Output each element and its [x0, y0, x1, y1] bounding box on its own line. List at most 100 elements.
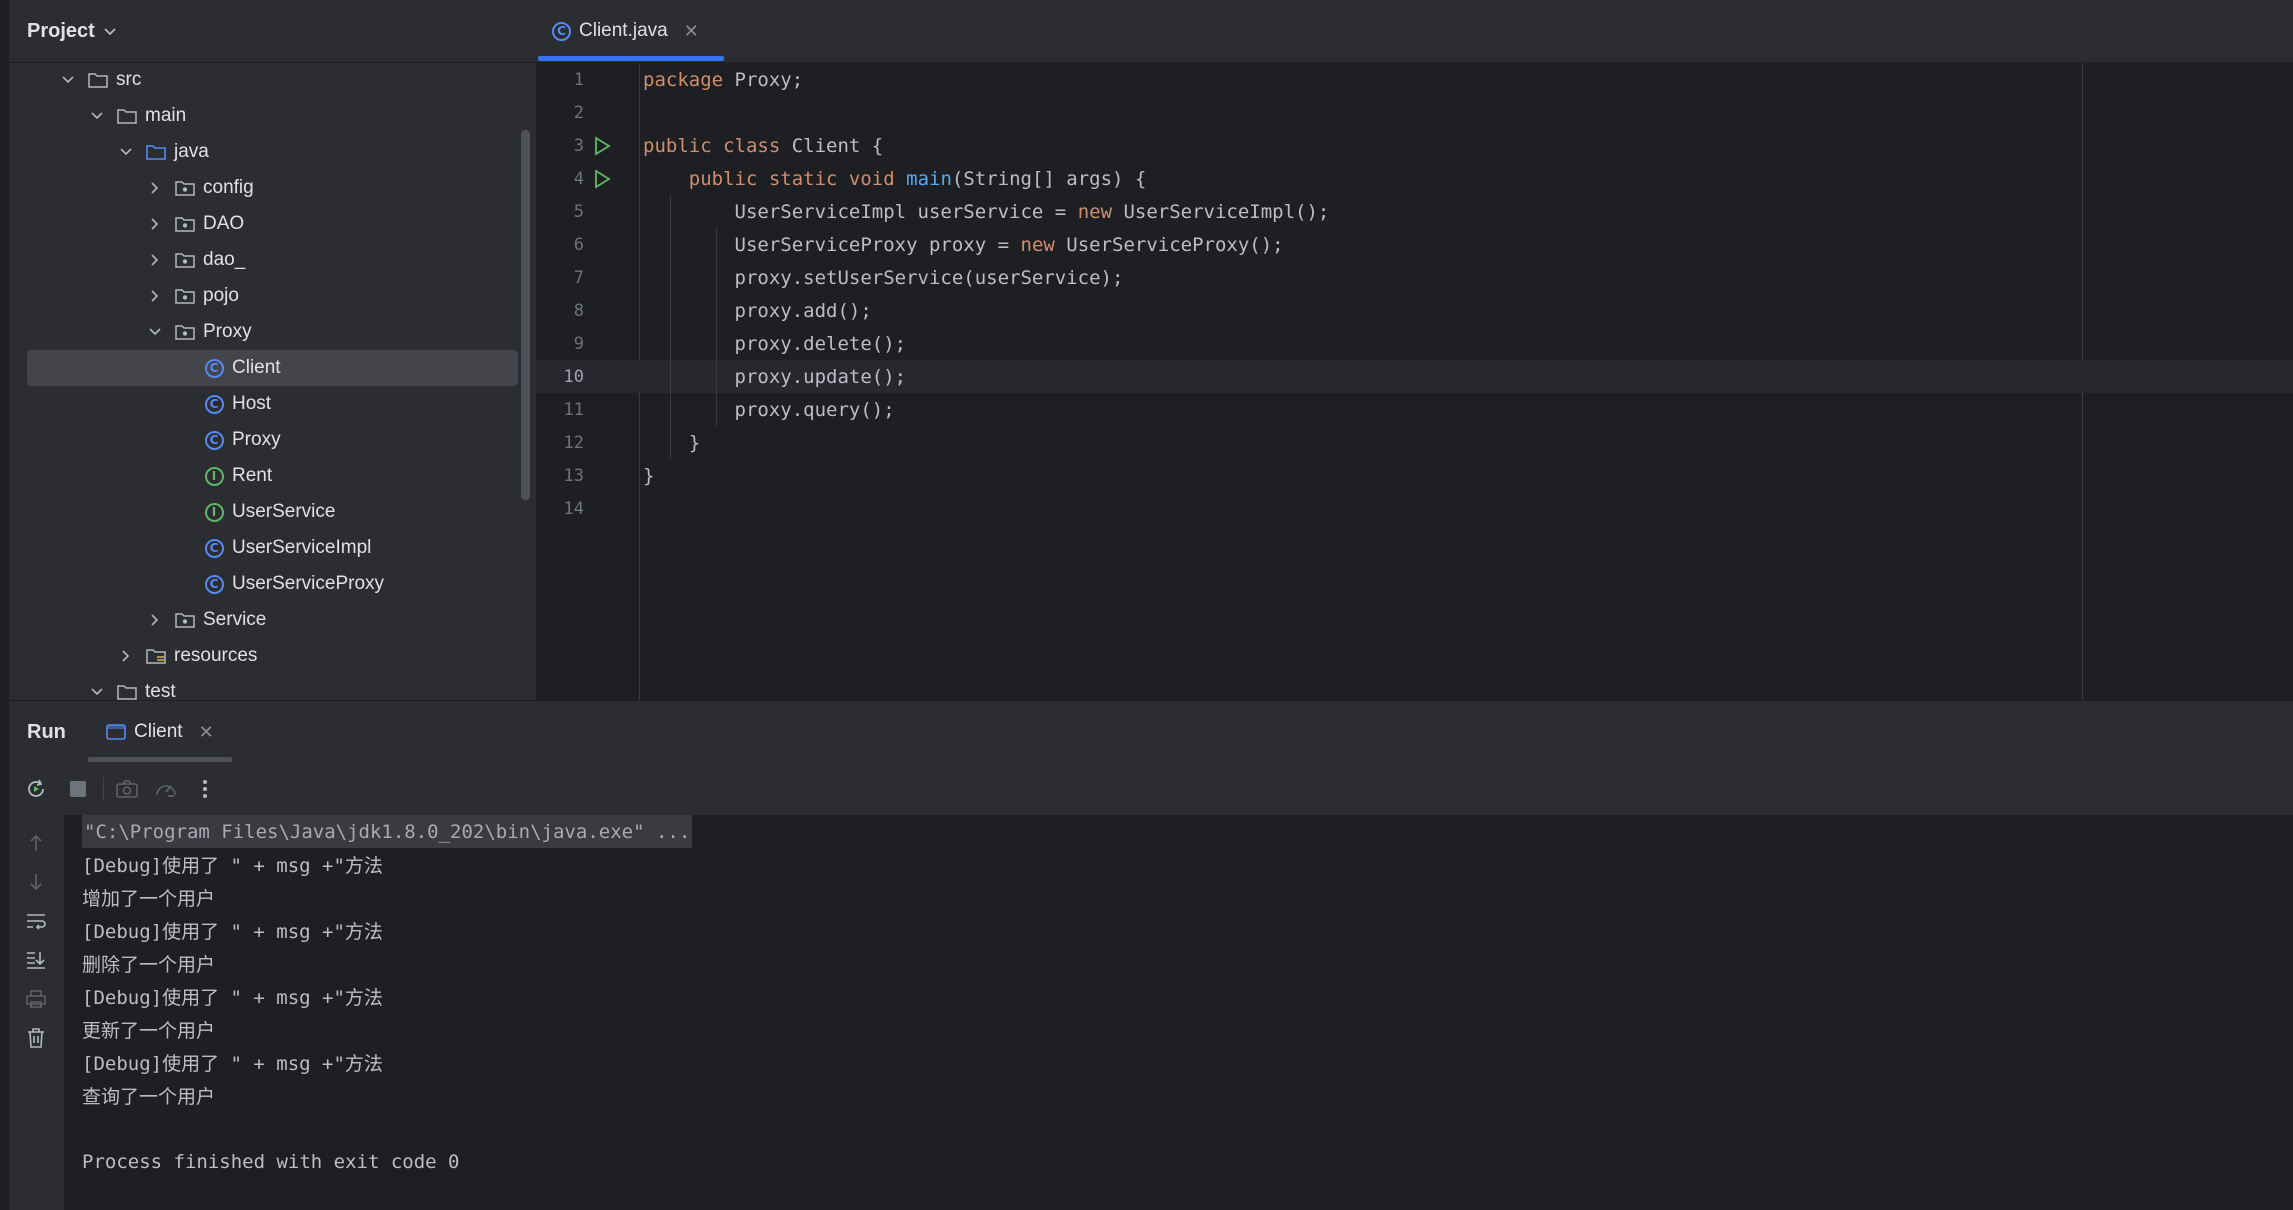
tree-item[interactable]: C Client	[27, 350, 518, 386]
class-icon: C	[203, 429, 225, 451]
chevron-down-icon[interactable]	[101, 22, 119, 40]
chevron-down-icon[interactable]	[88, 107, 106, 125]
close-icon[interactable]: ✕	[684, 21, 699, 42]
tree-item[interactable]: DAO	[27, 206, 518, 242]
scroll-to-end-button[interactable]	[24, 948, 48, 972]
tree-scrollbar[interactable]	[521, 130, 530, 500]
line-number[interactable]: 1	[536, 70, 584, 90]
code-line[interactable]: 6 UserServiceProxy proxy = new UserServi…	[536, 228, 2293, 261]
project-header[interactable]: Project	[9, 0, 536, 63]
chevron-right-icon[interactable]	[146, 215, 164, 233]
console-output[interactable]: "C:\Program Files\Java\jdk1.8.0_202\bin\…	[64, 815, 2293, 1210]
package-icon	[174, 249, 196, 271]
tree-item[interactable]: I UserService	[27, 494, 518, 530]
chevron-down-icon[interactable]	[117, 143, 135, 161]
run-tab-client[interactable]: Client ✕	[106, 701, 214, 763]
line-number[interactable]: 7	[536, 268, 584, 288]
scroll-down-button[interactable]	[24, 870, 48, 894]
code-line[interactable]: 8 proxy.add();	[536, 294, 2293, 327]
chevron-right-icon[interactable]	[146, 251, 164, 269]
tree-item[interactable]: Service	[27, 602, 518, 638]
line-number[interactable]: 5	[536, 202, 584, 222]
rerun-button[interactable]	[24, 777, 48, 801]
line-number[interactable]: 11	[536, 400, 584, 420]
active-tab-indicator	[538, 56, 724, 61]
keyword-token: new	[1077, 200, 1113, 223]
scroll-up-button[interactable]	[24, 831, 48, 855]
chevron-down-icon[interactable]	[146, 323, 164, 341]
code-editor[interactable]: 1 package Proxy; 2 3 public class Client {4 …	[536, 63, 2293, 700]
class-icon: C	[552, 21, 571, 41]
code-line[interactable]: 13}	[536, 459, 2293, 492]
tree-item[interactable]: pojo	[27, 278, 518, 314]
tree-item[interactable]: java	[27, 134, 518, 170]
line-number[interactable]: 10	[536, 367, 584, 387]
line-number[interactable]: 12	[536, 433, 584, 453]
tab-client-java[interactable]: C Client.java ✕	[552, 0, 699, 62]
tree-item[interactable]: config	[27, 170, 518, 206]
code-token: proxy.update();	[643, 365, 907, 388]
code-line[interactable]: 14	[536, 492, 2293, 525]
code-line[interactable]: 2	[536, 96, 2293, 129]
chevron-right-icon[interactable]	[146, 287, 164, 305]
tree-item-label: UserServiceProxy	[232, 573, 385, 594]
arrow-up-icon	[30, 834, 42, 851]
screenshot-button[interactable]	[115, 777, 139, 801]
more-button[interactable]	[193, 777, 217, 801]
tree-item[interactable]: I Rent	[27, 458, 518, 494]
clear-all-button[interactable]	[24, 1026, 48, 1050]
run-gutter-button[interactable]	[592, 168, 612, 189]
code-token: proxy.add();	[643, 299, 872, 322]
chevron-right-icon[interactable]	[146, 611, 164, 629]
tree-item-label: pojo	[203, 285, 239, 306]
indent-guide	[670, 195, 671, 459]
chevron-down-icon[interactable]	[59, 71, 77, 89]
profiler-button[interactable]	[154, 777, 178, 801]
line-number[interactable]: 6	[536, 235, 584, 255]
code-line[interactable]: 1 package Proxy;	[536, 63, 2293, 96]
tree-item[interactable]: test	[27, 674, 518, 700]
console-command-line[interactable]: "C:\Program Files\Java\jdk1.8.0_202\bin\…	[82, 815, 693, 848]
chevron-right-icon[interactable]	[117, 647, 135, 665]
tree-item[interactable]: src	[27, 62, 518, 98]
line-number[interactable]: 9	[536, 334, 584, 354]
code-line[interactable]: 10 proxy.update();	[536, 360, 2293, 393]
code-line[interactable]: 12 }	[536, 426, 2293, 459]
project-tree[interactable]: src main java config DAO dao_pojo Proxy C Client…	[9, 62, 536, 700]
tree-item[interactable]: C UserServiceImpl	[27, 530, 518, 566]
line-number[interactable]: 13	[536, 466, 584, 486]
code-line[interactable]: 9 proxy.delete();	[536, 327, 2293, 360]
code-line[interactable]: 11 proxy.query();	[536, 393, 2293, 426]
code-line[interactable]: 5 UserServiceImpl userService = new User…	[536, 195, 2293, 228]
line-number[interactable]: 3	[536, 136, 584, 156]
line-number[interactable]: 2	[536, 103, 584, 123]
class-icon: C	[204, 394, 224, 414]
tree-item-label: main	[145, 105, 187, 126]
class-icon: C	[203, 537, 225, 559]
close-icon[interactable]: ✕	[199, 722, 214, 743]
tree-item-label: src	[116, 69, 142, 90]
tree-item[interactable]: C UserServiceProxy	[27, 566, 518, 602]
code-line[interactable]: 3 public class Client {	[536, 129, 2293, 162]
run-gutter-button[interactable]	[592, 135, 612, 156]
soft-wrap-button[interactable]	[24, 909, 48, 933]
code-line[interactable]: 7 proxy.setUserService(userService);	[536, 261, 2293, 294]
source-folder-icon	[145, 141, 167, 163]
line-number[interactable]: 4	[536, 169, 584, 189]
tree-item[interactable]: Proxy	[27, 314, 518, 350]
tree-item[interactable]: main	[27, 98, 518, 134]
code-text: package Proxy;	[643, 69, 803, 91]
package-icon	[175, 325, 195, 340]
line-number[interactable]: 14	[536, 499, 584, 519]
tree-item[interactable]: dao_	[27, 242, 518, 278]
tree-item[interactable]: C Proxy	[27, 422, 518, 458]
tree-item[interactable]: resources	[27, 638, 518, 674]
chevron-right-icon[interactable]	[146, 179, 164, 197]
chevron-down-icon[interactable]	[88, 683, 106, 700]
stop-button[interactable]	[66, 777, 90, 801]
tree-item-label: Host	[232, 393, 272, 414]
print-button[interactable]	[24, 987, 48, 1011]
tree-item[interactable]: C Host	[27, 386, 518, 422]
line-number[interactable]: 8	[536, 301, 584, 321]
code-line[interactable]: 4 public static void main(String[] args)…	[536, 162, 2293, 195]
